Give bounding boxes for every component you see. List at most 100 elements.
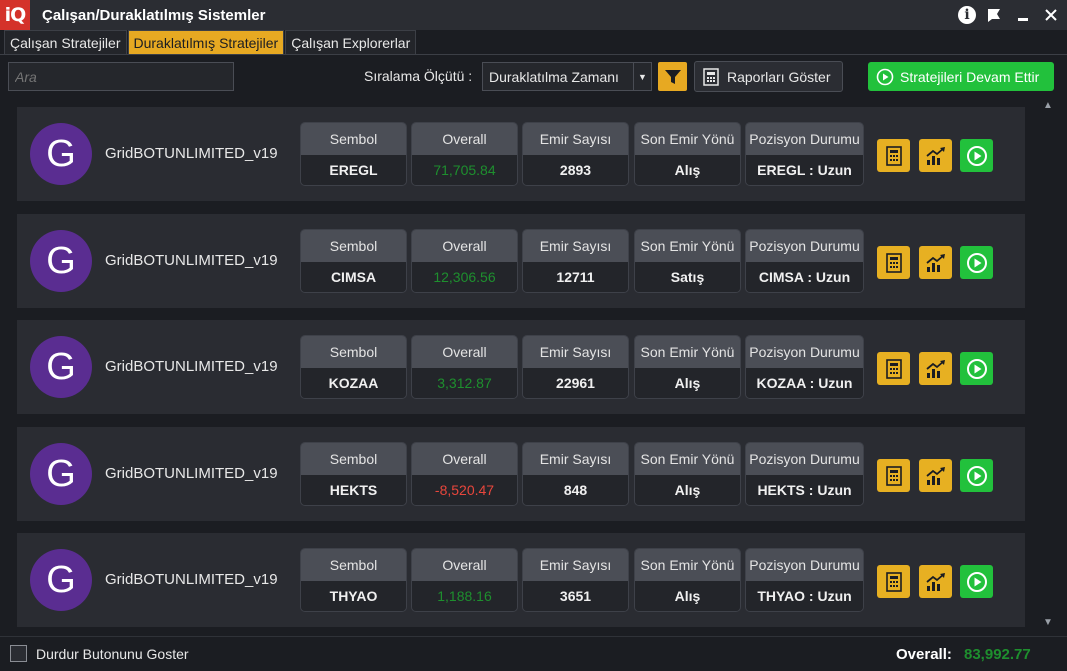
overall-value: 12,306.56 bbox=[412, 262, 517, 292]
sort-value: Duraklatılma Zamanı bbox=[489, 68, 619, 85]
tab-running-explorers[interactable]: Çalışan Explorerlar bbox=[285, 30, 417, 55]
report-button[interactable] bbox=[877, 246, 910, 279]
symbol-cell: Sembol HEKTS bbox=[300, 442, 407, 506]
symbol-value: KOZAA bbox=[301, 368, 406, 398]
position-header: Pozisyon Durumu bbox=[746, 549, 863, 581]
last-direction-value: Alış bbox=[635, 155, 740, 185]
minimize-button[interactable] bbox=[1013, 4, 1033, 26]
position-cell: Pozisyon Durumu EREGL : Uzun bbox=[745, 122, 864, 186]
orders-value: 12711 bbox=[523, 262, 628, 292]
show-stop-button-checkbox[interactable] bbox=[10, 645, 27, 662]
tab-running-strategies[interactable]: Çalışan Stratejiler bbox=[4, 30, 127, 55]
info-icon: i bbox=[958, 6, 976, 24]
last-direction-cell: Son Emir Yönü Satış bbox=[634, 229, 741, 293]
orders-cell: Emir Sayısı 22961 bbox=[522, 335, 629, 399]
overall-cell: Overall 12,306.56 bbox=[411, 229, 518, 293]
chart-button[interactable] bbox=[919, 139, 952, 172]
filter-button[interactable] bbox=[658, 62, 687, 91]
orders-cell: Emir Sayısı 3651 bbox=[522, 548, 629, 612]
last-direction-value: Satış bbox=[635, 262, 740, 292]
chart-button[interactable] bbox=[919, 565, 952, 598]
report-icon bbox=[703, 67, 719, 86]
strategy-list: G GridBOTUNLIMITED_v19 Sembol EREGL Overa… bbox=[0, 97, 1040, 630]
last-direction-header: Son Emir Yönü bbox=[635, 123, 740, 155]
orders-header: Emir Sayısı bbox=[523, 549, 628, 581]
report-button[interactable] bbox=[877, 459, 910, 492]
search-input[interactable] bbox=[8, 62, 234, 91]
pin-button[interactable] bbox=[985, 4, 1005, 26]
chart-button[interactable] bbox=[919, 352, 952, 385]
strategy-name: GridBOTUNLIMITED_v19 bbox=[105, 358, 278, 375]
overall-value: -8,520.47 bbox=[412, 475, 517, 505]
position-value: KOZAA : Uzun bbox=[746, 368, 863, 398]
close-button[interactable] bbox=[1041, 4, 1061, 26]
position-header: Pozisyon Durumu bbox=[746, 123, 863, 155]
strategy-name: GridBOTUNLIMITED_v19 bbox=[105, 571, 278, 588]
orders-value: 3651 bbox=[523, 581, 628, 611]
overall-header: Overall bbox=[412, 123, 517, 155]
symbol-cell: Sembol THYAO bbox=[300, 548, 407, 612]
symbol-cell: Sembol EREGL bbox=[300, 122, 407, 186]
orders-header: Emir Sayısı bbox=[523, 336, 628, 368]
avatar: G bbox=[30, 549, 92, 611]
orders-cell: Emir Sayısı 848 bbox=[522, 442, 629, 506]
symbol-value: HEKTS bbox=[301, 475, 406, 505]
resume-button[interactable] bbox=[960, 246, 993, 279]
chart-icon bbox=[925, 572, 945, 591]
resume-strategies-button[interactable]: Stratejileri Devam Ettir bbox=[868, 62, 1054, 91]
resume-button[interactable] bbox=[960, 459, 993, 492]
calculator-icon bbox=[885, 252, 902, 273]
orders-header: Emir Sayısı bbox=[523, 123, 628, 155]
window-title: Çalışan/Duraklatılmış Sistemler bbox=[42, 6, 266, 24]
calculator-icon bbox=[885, 465, 902, 486]
position-value: EREGL : Uzun bbox=[746, 155, 863, 185]
minimize-icon bbox=[1018, 18, 1028, 21]
last-direction-value: Alış bbox=[635, 581, 740, 611]
symbol-header: Sembol bbox=[301, 123, 406, 155]
position-header: Pozisyon Durumu bbox=[746, 443, 863, 475]
footer: Durdur Butonunu Goster Overall: 83,992.7… bbox=[0, 636, 1067, 671]
avatar: G bbox=[30, 230, 92, 292]
overall-value: 71,705.84 bbox=[412, 155, 517, 185]
calculator-icon bbox=[885, 145, 902, 166]
scrollbar[interactable]: ▲ ▼ bbox=[1040, 97, 1056, 630]
chevron-down-icon[interactable]: ▼ bbox=[1040, 614, 1056, 630]
overall-value: 3,312.87 bbox=[412, 368, 517, 398]
position-value: THYAO : Uzun bbox=[746, 581, 863, 611]
show-reports-button[interactable]: Raporları Göster bbox=[694, 61, 843, 92]
strategy-name: GridBOTUNLIMITED_v19 bbox=[105, 145, 278, 162]
overall-header: Overall bbox=[412, 230, 517, 262]
tab-paused-strategies[interactable]: Duraklatılmış Stratejiler bbox=[127, 30, 285, 55]
overall-cell: Overall 1,188.16 bbox=[411, 548, 518, 612]
report-button[interactable] bbox=[877, 565, 910, 598]
play-circle-icon bbox=[966, 571, 987, 592]
resume-button[interactable] bbox=[960, 565, 993, 598]
last-direction-cell: Son Emir Yönü Alış bbox=[634, 122, 741, 186]
chart-button[interactable] bbox=[919, 459, 952, 492]
total-overall-label: Overall: bbox=[896, 646, 952, 663]
pin-icon bbox=[988, 9, 1000, 22]
avatar: G bbox=[30, 123, 92, 185]
orders-header: Emir Sayısı bbox=[523, 443, 628, 475]
chevron-up-icon[interactable]: ▲ bbox=[1040, 97, 1056, 113]
report-button[interactable] bbox=[877, 139, 910, 172]
symbol-value: THYAO bbox=[301, 581, 406, 611]
calculator-icon bbox=[885, 571, 902, 592]
play-circle-icon bbox=[966, 145, 987, 166]
chevron-down-icon[interactable]: ▼ bbox=[633, 63, 651, 90]
filter-icon bbox=[664, 69, 681, 84]
sort-select[interactable]: Duraklatılma Zamanı ▼ bbox=[482, 62, 652, 91]
symbol-cell: Sembol KOZAA bbox=[300, 335, 407, 399]
chart-button[interactable] bbox=[919, 246, 952, 279]
strategy-card: G GridBOTUNLIMITED_v19 Sembol EREGL Overa… bbox=[17, 107, 1025, 201]
position-header: Pozisyon Durumu bbox=[746, 230, 863, 262]
overall-cell: Overall 71,705.84 bbox=[411, 122, 518, 186]
info-button[interactable]: i bbox=[957, 4, 977, 26]
strategy-card: G GridBOTUNLIMITED_v19 Sembol KOZAA Overa… bbox=[17, 320, 1025, 414]
orders-value: 848 bbox=[523, 475, 628, 505]
report-button[interactable] bbox=[877, 352, 910, 385]
resume-button[interactable] bbox=[960, 352, 993, 385]
resume-button[interactable] bbox=[960, 139, 993, 172]
position-value: CIMSA : Uzun bbox=[746, 262, 863, 292]
app-logo: iQ bbox=[0, 0, 30, 30]
